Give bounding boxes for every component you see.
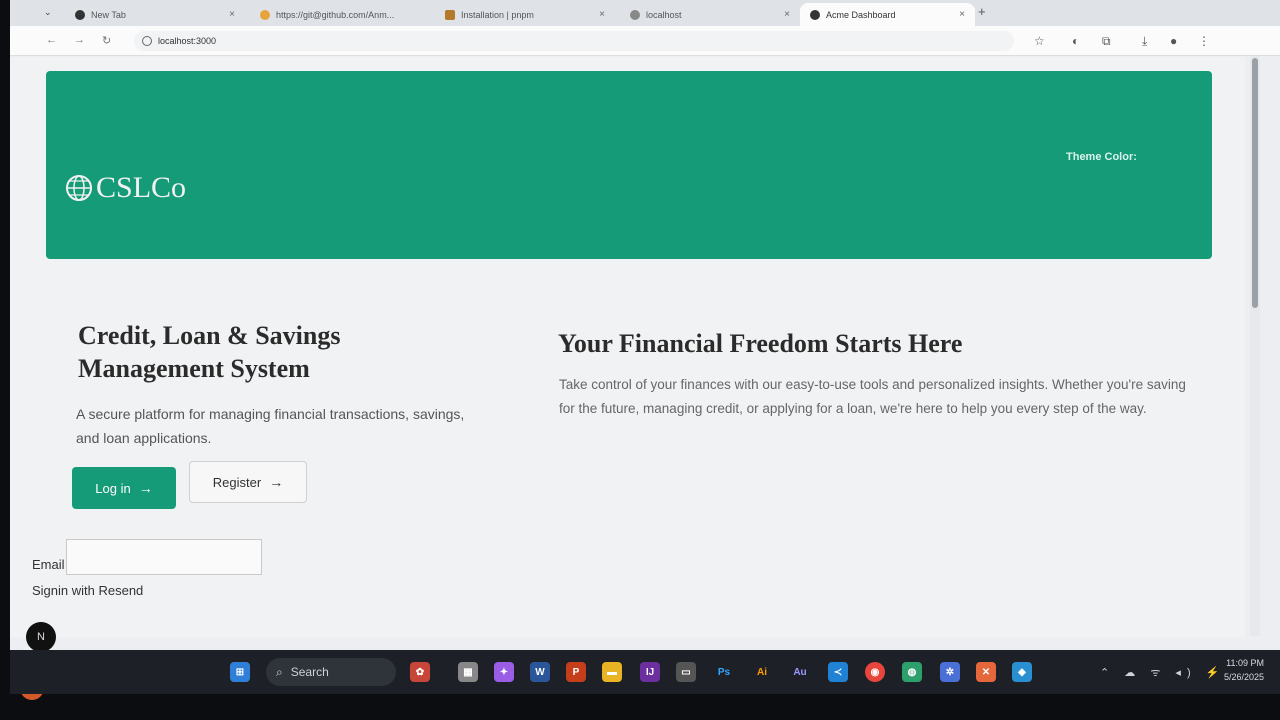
tab-acme-dashboard[interactable]: Acme Dashboard × <box>800 3 975 26</box>
brand-logo[interactable]: CSLCo <box>64 171 186 205</box>
chrome-icon <box>75 9 85 20</box>
browser-toolbar: ← → ↻ localhost:3000 ☆ ◐ ⧉ ⤓ ● ⋮ <box>10 26 1280 56</box>
logo-text: CSLCo <box>96 171 187 204</box>
page-title: Credit, Loan & Savings Management System <box>78 321 341 383</box>
vscode-icon[interactable]: ≺ <box>828 662 848 682</box>
search-label: Search <box>290 665 329 679</box>
close-icon[interactable]: × <box>599 9 605 20</box>
tab-label: New Tab <box>91 9 126 20</box>
puzzle-icon[interactable]: ⧉ <box>1102 34 1111 49</box>
windows-start-icon[interactable]: ⊞ <box>230 662 250 682</box>
ai-text: Ai <box>757 666 767 678</box>
github-icon <box>260 9 270 20</box>
taskbar-search[interactable]: ⌕ Search <box>266 658 396 686</box>
browser-window: ⌄ New Tab × https://git@github.com/Anm..… <box>10 0 1280 672</box>
app-chat-icon[interactable]: ◆ <box>1012 662 1032 682</box>
theme-color-label: Theme Color: <box>1066 151 1137 163</box>
system-tray[interactable]: ⌃ ☁ ᯤ ◂) ⚡ <box>1100 665 1225 680</box>
clock-date: 5/26/2025 <box>1223 672 1264 682</box>
login-button[interactable]: Log in → <box>72 467 176 509</box>
close-icon[interactable]: × <box>229 9 235 20</box>
tab-search-chevron-icon[interactable]: ⌄ <box>44 7 52 18</box>
copilot-icon[interactable]: ✦ <box>494 662 514 682</box>
page-scrollbar[interactable] <box>1250 56 1260 636</box>
extension-icon[interactable]: ◐ <box>1072 34 1079 48</box>
pnpm-icon <box>445 9 455 20</box>
windows-taskbar: ⊞ ⌕ Search ✿ ▦ ✦ W P ▬ IJ ▭ Ps Ai Au ≺ ◉… <box>10 650 1280 694</box>
scrollbar-thumb[interactable] <box>1252 58 1258 308</box>
close-icon[interactable]: × <box>959 9 965 20</box>
reload-icon[interactable]: ↻ <box>102 34 111 47</box>
illustrator-icon[interactable]: Ai <box>752 662 772 682</box>
signin-with-resend-button[interactable]: Signin with Resend <box>32 583 143 598</box>
game-app-icon[interactable]: ✿ <box>410 662 430 682</box>
audition-icon[interactable]: Au <box>790 662 810 682</box>
ps-text: Ps <box>717 666 731 678</box>
xampp-icon[interactable]: ✕ <box>976 662 996 682</box>
header-banner: CSLCo Theme Color: <box>46 71 1212 259</box>
address-bar[interactable]: localhost:3000 <box>134 31 1014 51</box>
forward-arrow-icon[interactable]: → <box>74 34 85 46</box>
au-text: Au <box>793 666 807 678</box>
arrow-right-icon: → <box>269 474 284 490</box>
tab-strip: ⌄ New Tab × https://git@github.com/Anm..… <box>10 0 1280 26</box>
email-label: Email <box>32 557 65 572</box>
photoshop-icon[interactable]: Ps <box>714 662 734 682</box>
tab-label: Acme Dashboard <box>826 9 896 20</box>
file-explorer-icon[interactable]: ▬ <box>602 662 622 682</box>
login-label: Log in <box>95 480 131 496</box>
tab-localhost[interactable]: localhost × <box>620 3 800 26</box>
word-icon[interactable]: W <box>530 662 550 682</box>
globe-logo-icon <box>66 175 92 201</box>
file-app-icon[interactable]: ▦ <box>458 662 478 682</box>
chrome-taskbar-icon[interactable]: ◉ <box>865 662 885 682</box>
search-icon: ⌕ <box>276 664 283 679</box>
tab-label: localhost <box>646 9 682 20</box>
vercel-icon <box>810 9 820 20</box>
tab-pnpm[interactable]: Installation | pnpm × <box>435 3 615 26</box>
hero-subtitle: A secure platform for managing financial… <box>76 406 465 446</box>
globe-icon <box>630 9 640 20</box>
close-icon[interactable]: × <box>784 9 790 20</box>
powerpoint-icon[interactable]: P <box>566 662 586 682</box>
menu-kebab-icon[interactable]: ⋮ <box>1198 34 1210 48</box>
register-label: Register <box>212 474 262 490</box>
promo-heading: Your Financial Freedom Starts Here <box>558 329 963 358</box>
back-arrow-icon[interactable]: ← <box>46 34 57 46</box>
clock-time: 11:09 PM <box>1226 658 1264 668</box>
new-tab-plus-icon[interactable]: + <box>978 4 986 19</box>
tab-label: https://git@github.com/Anm... <box>276 9 395 20</box>
email-field[interactable] <box>66 539 262 575</box>
app-blue-icon[interactable]: ✲ <box>940 662 960 682</box>
tab-label: Installation | pnpm <box>461 9 534 20</box>
taskbar-clock[interactable]: 11:09 PM 5/26/2025 <box>1224 656 1264 684</box>
download-icon[interactable]: ⤓ <box>1142 34 1147 49</box>
web-page: CSLCo Theme Color: Credit, Loan & Saving… <box>10 57 1245 652</box>
intellij-icon[interactable]: IJ <box>640 662 660 682</box>
app-green-icon[interactable]: ◍ <box>902 662 922 682</box>
site-info-icon[interactable] <box>142 36 152 46</box>
register-button[interactable]: Register → <box>189 461 307 503</box>
promo-paragraph: Take control of your finances with our e… <box>559 377 1186 416</box>
tab-github[interactable]: https://git@github.com/Anm... <box>250 3 430 26</box>
avatar[interactable]: N <box>26 622 56 652</box>
arrow-right-icon: → <box>138 480 153 496</box>
profile-icon[interactable]: ● <box>1170 34 1177 48</box>
bookmark-star-icon[interactable]: ☆ <box>1034 34 1045 48</box>
url-text: localhost:3000 <box>158 36 217 46</box>
tab-new-tab[interactable]: New Tab × <box>65 3 245 26</box>
terminal-icon[interactable]: ▭ <box>676 662 696 682</box>
